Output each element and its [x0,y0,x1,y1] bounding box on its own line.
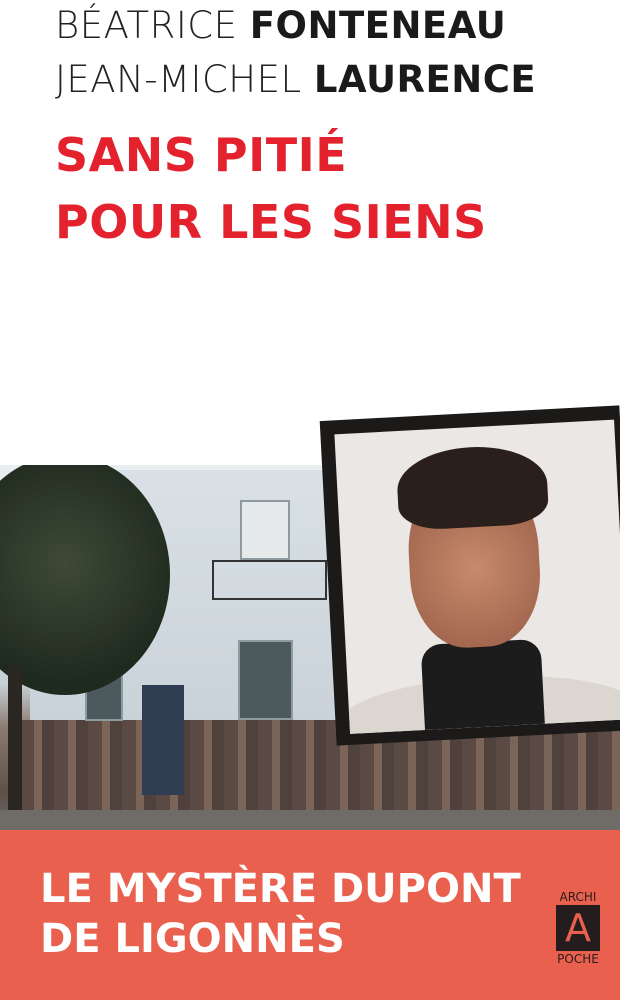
book-title-line-2: POUR LES SIENS [55,195,487,249]
logo-bottom-text: POCHE [557,952,599,966]
author-last-name: FONTENEAU [249,4,507,47]
book-title-line-1: SANS PITIÉ [55,128,348,182]
portrait-photo [334,419,620,734]
author-first-name: JEAN-MICHEL [55,58,302,101]
subtitle-line-1: LE MYSTÈRE DUPONT [40,866,521,912]
author-2: JEAN-MICHEL LAURENCE [55,58,536,101]
portrait-photo-frame [319,405,620,746]
author-last-name: LAURENCE [313,58,537,101]
author-first-name: BÉATRICE [55,4,238,47]
subtitle-line-2: DE LIGONNÈS [40,916,345,962]
logo-top-text: ARCHI [559,890,597,904]
author-1: BÉATRICE FONTENEAU [55,4,506,47]
publisher-logo: ARCHI A POCHE [553,890,603,966]
logo-letter: A [556,905,600,951]
subtitle-band: LE MYSTÈRE DUPONT DE LIGONNÈS [0,830,620,1000]
